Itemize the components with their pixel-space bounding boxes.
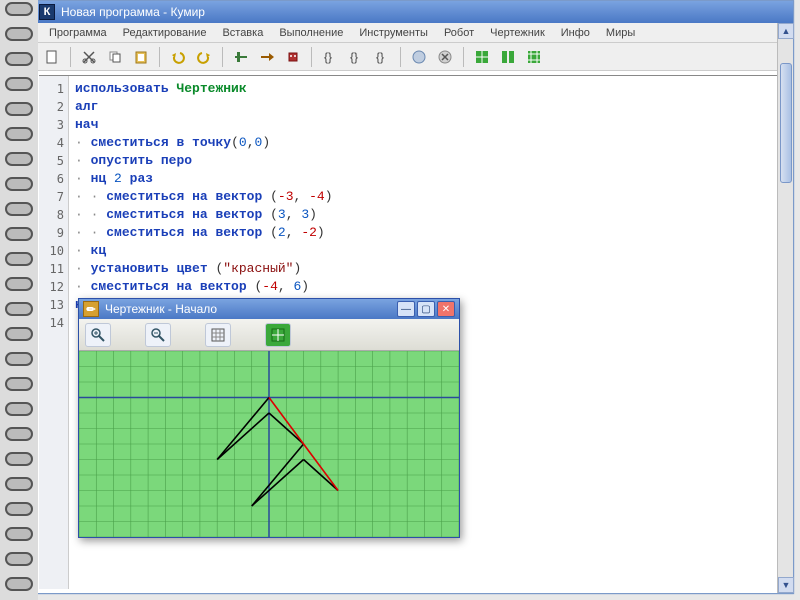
menu-вставка[interactable]: Вставка [214, 25, 271, 41]
zoom-in-button[interactable] [85, 323, 111, 347]
close-button[interactable]: ✕ [437, 301, 455, 317]
vertical-scrollbar[interactable]: ▲ ▼ [777, 23, 793, 593]
menubar: ПрограммаРедактированиеВставкаВыполнение… [35, 23, 793, 43]
scroll-thumb[interactable] [780, 63, 792, 183]
app-icon: К [39, 4, 55, 20]
undo-button[interactable] [167, 46, 189, 68]
drawer-icon: ✏ [83, 301, 99, 317]
menu-инфо[interactable]: Инфо [553, 25, 598, 41]
titlebar[interactable]: К Новая программа - Кумир [35, 1, 793, 23]
redo-button[interactable] [193, 46, 215, 68]
drawer-canvas[interactable] [79, 351, 459, 537]
minimize-button[interactable]: — [397, 301, 415, 317]
toolbar: {} {} {} [35, 43, 793, 71]
drawer-title: Чертежник - Начало [105, 302, 217, 316]
grid1-button[interactable] [471, 46, 493, 68]
copy-button[interactable] [104, 46, 126, 68]
svg-text:{}: {} [324, 50, 332, 64]
new-file-button[interactable] [41, 46, 63, 68]
menu-чертежник[interactable]: Чертежник [482, 25, 553, 41]
step-button[interactable] [256, 46, 278, 68]
menu-программа[interactable]: Программа [41, 25, 115, 41]
full-view-button[interactable] [265, 323, 291, 347]
braces1-button[interactable]: {} [319, 46, 341, 68]
svg-text:{}: {} [376, 50, 384, 64]
run-button[interactable] [230, 46, 252, 68]
drawer-window[interactable]: ✏ Чертежник - Начало — ▢ ✕ [78, 298, 460, 538]
close-tool-button[interactable] [434, 46, 456, 68]
notebook-spiral [0, 0, 38, 600]
drawer-toolbar [79, 319, 459, 351]
scroll-down-arrow[interactable]: ▼ [778, 577, 794, 593]
grid2-button[interactable] [497, 46, 519, 68]
svg-text:{}: {} [350, 50, 358, 64]
cut-button[interactable] [78, 46, 100, 68]
window-title: Новая программа - Кумир [61, 5, 205, 19]
drawer-titlebar[interactable]: ✏ Чертежник - Начало — ▢ ✕ [79, 299, 459, 319]
menu-редактирование[interactable]: Редактирование [115, 25, 215, 41]
grid-toggle-button[interactable] [205, 323, 231, 347]
menu-инструменты[interactable]: Инструменты [351, 25, 436, 41]
sphere-button[interactable] [408, 46, 430, 68]
grid3-button[interactable] [523, 46, 545, 68]
scroll-up-arrow[interactable]: ▲ [778, 23, 794, 39]
braces3-button[interactable]: {} [371, 46, 393, 68]
line-gutter: 1234567891011121314 [39, 76, 69, 589]
braces2-button[interactable]: {} [345, 46, 367, 68]
menu-робот[interactable]: Робот [436, 25, 482, 41]
menu-миры[interactable]: Миры [598, 25, 643, 41]
paste-button[interactable] [130, 46, 152, 68]
zoom-out-button[interactable] [145, 323, 171, 347]
maximize-button[interactable]: ▢ [417, 301, 435, 317]
menu-выполнение[interactable]: Выполнение [271, 25, 351, 41]
robot-button[interactable] [282, 46, 304, 68]
